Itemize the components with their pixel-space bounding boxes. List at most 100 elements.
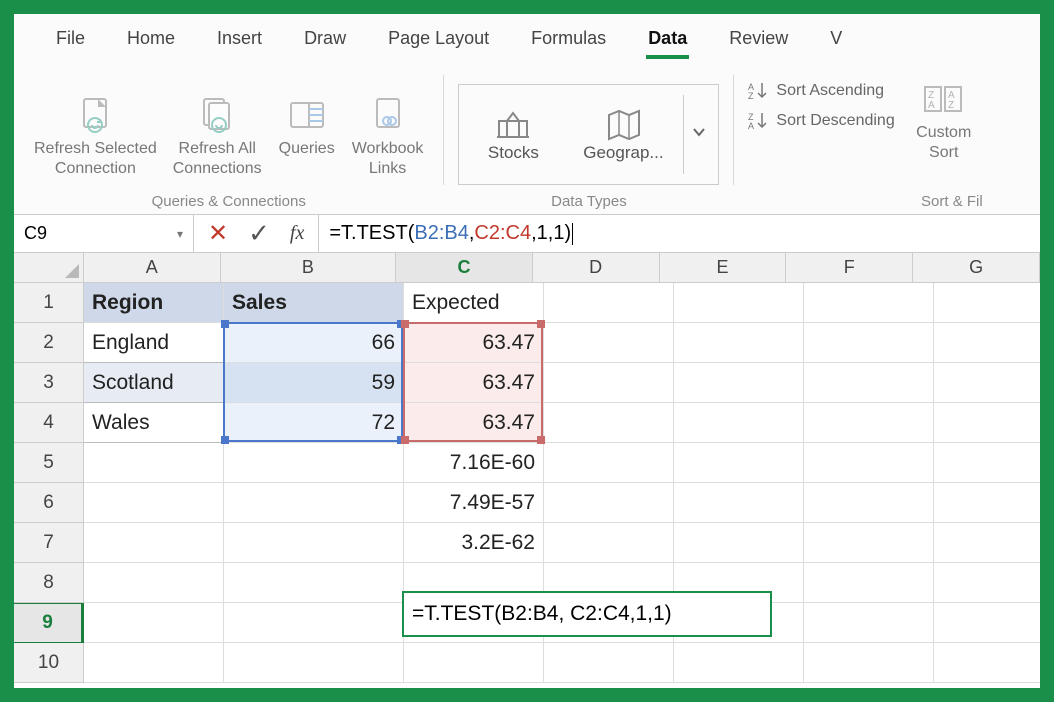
row-header-2[interactable]: 2: [14, 323, 84, 363]
cell-C4[interactable]: 63.47: [404, 403, 544, 443]
cell-F5[interactable]: [804, 443, 934, 483]
tab-data[interactable]: Data: [646, 24, 689, 53]
tab-review[interactable]: Review: [727, 24, 790, 53]
column-header-C[interactable]: C: [396, 253, 533, 283]
cell-B1[interactable]: Sales: [224, 283, 404, 323]
cell-A8[interactable]: [84, 563, 224, 603]
row-header-3[interactable]: 3: [14, 363, 84, 403]
cell-A5[interactable]: [84, 443, 224, 483]
cell-G2[interactable]: [934, 323, 1040, 363]
row-header-9[interactable]: 9: [14, 603, 84, 643]
cell-B2[interactable]: 66: [224, 323, 404, 363]
cell-B10[interactable]: [224, 643, 404, 683]
cell-D10[interactable]: [544, 643, 674, 683]
row-header-4[interactable]: 4: [14, 403, 84, 443]
fx-icon[interactable]: fx: [290, 222, 304, 245]
column-header-G[interactable]: G: [913, 253, 1040, 283]
queries-button[interactable]: Queries: [272, 95, 342, 185]
cell-G9[interactable]: [934, 603, 1040, 643]
cell-F9[interactable]: [804, 603, 934, 643]
cell-G5[interactable]: [934, 443, 1040, 483]
column-header-E[interactable]: E: [660, 253, 787, 283]
cell-A2[interactable]: England: [84, 323, 224, 363]
row-header-10[interactable]: 10: [14, 643, 84, 683]
cell-E7[interactable]: [674, 523, 804, 563]
cell-B9[interactable]: [224, 603, 404, 643]
refresh-all-connections-button[interactable]: Refresh All Connections: [167, 95, 268, 185]
cell-G1[interactable]: [934, 283, 1040, 323]
cell-A4[interactable]: Wales: [84, 403, 224, 443]
tab-home[interactable]: Home: [125, 24, 177, 53]
row-header-5[interactable]: 5: [14, 443, 84, 483]
row-header-8[interactable]: 8: [14, 563, 84, 603]
cell-B6[interactable]: [224, 483, 404, 523]
tab-view[interactable]: V: [828, 24, 844, 53]
cell-G3[interactable]: [934, 363, 1040, 403]
cell-G10[interactable]: [934, 643, 1040, 683]
data-types-expand[interactable]: [683, 95, 714, 174]
cell-F3[interactable]: [804, 363, 934, 403]
refresh-selected-connection-button[interactable]: Refresh Selected Connection: [28, 95, 163, 185]
cell-E2[interactable]: [674, 323, 804, 363]
cell-A6[interactable]: [84, 483, 224, 523]
name-box[interactable]: C9 ▾: [14, 215, 194, 252]
cell-G6[interactable]: [934, 483, 1040, 523]
active-cell-editor[interactable]: =T.TEST(B2:B4, C2:C4,1,1): [402, 591, 772, 637]
cell-F2[interactable]: [804, 323, 934, 363]
cell-E4[interactable]: [674, 403, 804, 443]
cell-B4[interactable]: 72: [224, 403, 404, 443]
cell-G4[interactable]: [934, 403, 1040, 443]
cell-F10[interactable]: [804, 643, 934, 683]
enter-formula-button[interactable]: ✓: [248, 218, 270, 249]
stocks-button[interactable]: Stocks: [463, 107, 563, 163]
cancel-formula-button[interactable]: ✕: [208, 219, 228, 248]
tab-file[interactable]: File: [54, 24, 87, 53]
geography-button[interactable]: Geograp...: [573, 107, 673, 163]
cell-A7[interactable]: [84, 523, 224, 563]
tab-page-layout[interactable]: Page Layout: [386, 24, 491, 53]
row-header-7[interactable]: 7: [14, 523, 84, 563]
spreadsheet-grid[interactable]: ABCDEFG 12345678910 RegionSalesExpectedE…: [14, 253, 1040, 688]
cell-F7[interactable]: [804, 523, 934, 563]
cell-D1[interactable]: [544, 283, 674, 323]
cell-D7[interactable]: [544, 523, 674, 563]
cell-D6[interactable]: [544, 483, 674, 523]
cell-F6[interactable]: [804, 483, 934, 523]
cell-F8[interactable]: [804, 563, 934, 603]
tab-insert[interactable]: Insert: [215, 24, 264, 53]
custom-sort-button[interactable]: ZAAZ Custom Sort: [909, 81, 979, 165]
cell-C5[interactable]: 7.16E-60: [404, 443, 544, 483]
cell-C6[interactable]: 7.49E-57: [404, 483, 544, 523]
cell-F4[interactable]: [804, 403, 934, 443]
cell-A3[interactable]: Scotland: [84, 363, 224, 403]
cell-E1[interactable]: [674, 283, 804, 323]
cell-D2[interactable]: [544, 323, 674, 363]
cell-E3[interactable]: [674, 363, 804, 403]
cell-B5[interactable]: [224, 443, 404, 483]
column-header-F[interactable]: F: [786, 253, 913, 283]
select-all-corner[interactable]: [14, 253, 84, 283]
cell-D4[interactable]: [544, 403, 674, 443]
column-header-B[interactable]: B: [221, 253, 397, 283]
column-header-A[interactable]: A: [84, 253, 221, 283]
cell-E5[interactable]: [674, 443, 804, 483]
cell-F1[interactable]: [804, 283, 934, 323]
row-header-1[interactable]: 1: [14, 283, 84, 323]
row-header-6[interactable]: 6: [14, 483, 84, 523]
cell-G8[interactable]: [934, 563, 1040, 603]
cell-C10[interactable]: [404, 643, 544, 683]
sort-ascending-button[interactable]: AZ Sort Ascending: [748, 81, 884, 101]
cell-A10[interactable]: [84, 643, 224, 683]
column-header-D[interactable]: D: [533, 253, 660, 283]
cell-B3[interactable]: 59: [224, 363, 404, 403]
cell-D3[interactable]: [544, 363, 674, 403]
tab-formulas[interactable]: Formulas: [529, 24, 608, 53]
cell-C3[interactable]: 63.47: [404, 363, 544, 403]
cell-E10[interactable]: [674, 643, 804, 683]
sort-descending-button[interactable]: ZA Sort Descending: [748, 111, 894, 131]
workbook-links-button[interactable]: Workbook Links: [346, 95, 430, 185]
cell-B7[interactable]: [224, 523, 404, 563]
cell-A1[interactable]: Region: [84, 283, 224, 323]
cell-C7[interactable]: 3.2E-62: [404, 523, 544, 563]
cell-G7[interactable]: [934, 523, 1040, 563]
